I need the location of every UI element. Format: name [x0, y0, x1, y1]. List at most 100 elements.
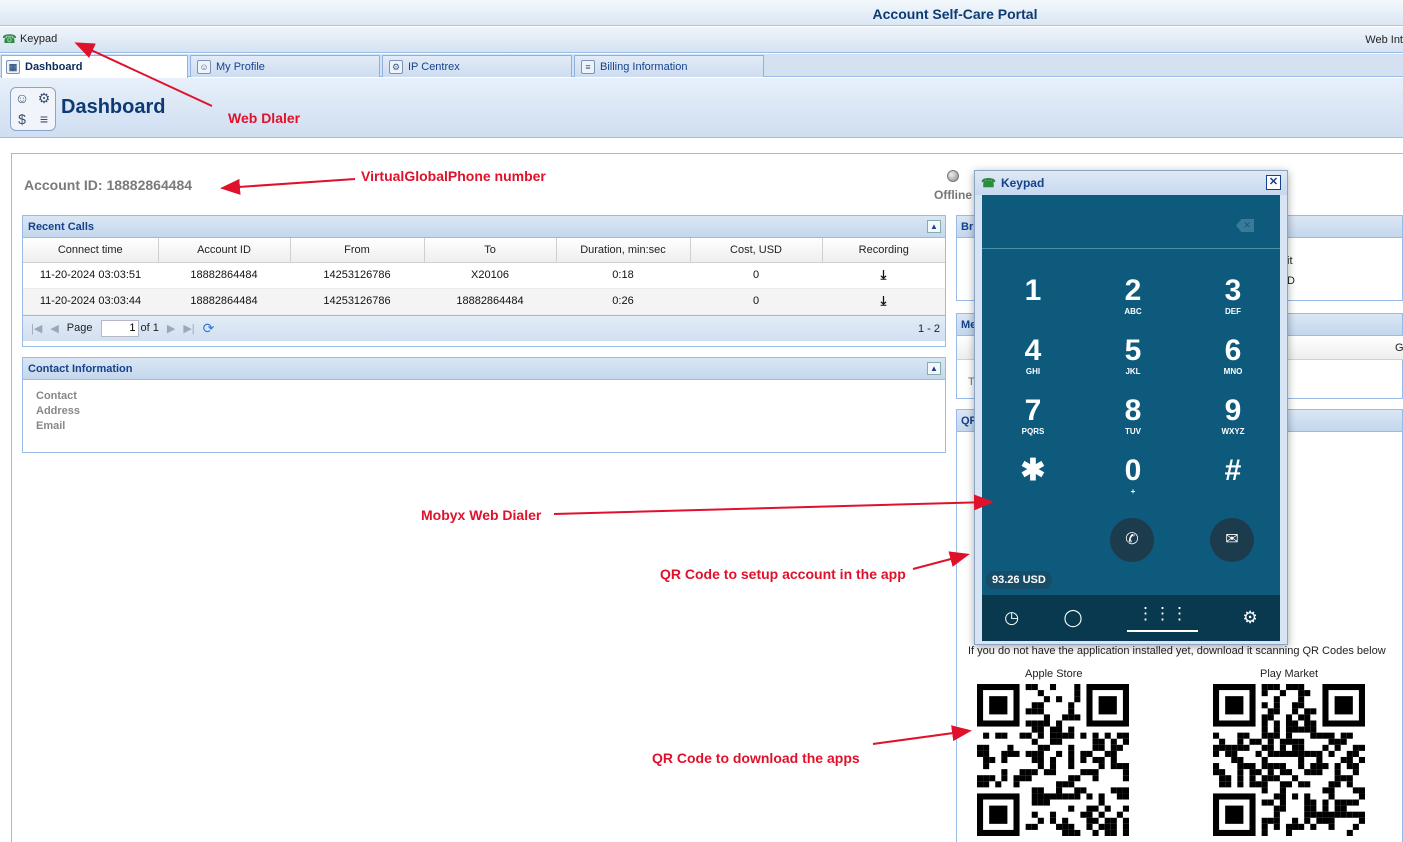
title-bar: Account Self-Care Portal — [0, 0, 1403, 26]
collapse-icon[interactable]: ▲ — [927, 362, 941, 375]
keypad-grid-icon[interactable]: ⋮⋮⋮ — [1127, 604, 1199, 632]
dial-key[interactable]: # — [1188, 455, 1278, 511]
call-button[interactable]: ✆ — [1110, 518, 1154, 562]
table-row[interactable]: 11-20-2024 03:03:44 18882864484 14253126… — [23, 288, 945, 315]
dial-key[interactable]: 6 MNO — [1188, 335, 1278, 391]
cell: 0 — [690, 288, 822, 315]
dial-key-digit: 9 — [1224, 394, 1242, 427]
page-label: Page — [66, 322, 93, 334]
dial-key[interactable]: ✱ — [988, 455, 1078, 511]
dial-key-digit: 6 — [1224, 334, 1242, 367]
refresh-icon[interactable]: ⟳ — [203, 320, 215, 337]
dial-key-digit: ✱ — [1020, 454, 1046, 487]
cell: 11-20-2024 03:03:51 — [23, 262, 158, 289]
annotation-web-dialer: Web Dlaler — [228, 110, 301, 126]
keypad-link-label: Keypad — [19, 33, 58, 45]
col-to[interactable]: To — [424, 238, 557, 263]
apple-store-qr-code — [977, 684, 1129, 836]
close-icon[interactable]: ✕ — [1266, 175, 1281, 190]
tab-my-profile[interactable]: ☺ My Profile — [190, 55, 380, 77]
dashboard-icon: ▦ — [6, 60, 20, 74]
dial-key-letters: MNO — [1223, 367, 1243, 376]
contact-title: Contact Information — [28, 363, 133, 375]
col-duration[interactable]: Duration, min:sec — [556, 238, 691, 263]
dial-key[interactable]: 9 WXYZ — [1188, 395, 1278, 451]
dial-display[interactable]: ✕ — [982, 195, 1280, 249]
dial-key[interactable]: 5 JKL — [1088, 335, 1178, 391]
history-icon[interactable]: ◷ — [1004, 608, 1019, 628]
cell: 0:26 — [556, 288, 690, 315]
keypad-window[interactable]: ☎ Keypad ✕ ✕ 1 2 ABC 3 DEF 4 GHI 5 JKL 6 MNO 7 PQRS 8… — [974, 170, 1288, 645]
table-row[interactable]: 11-20-2024 03:03:51 18882864484 14253126… — [23, 262, 945, 289]
dial-key[interactable]: 3 DEF — [1188, 275, 1278, 331]
dial-key-letters: GHI — [1025, 367, 1041, 376]
col-recording[interactable]: Recording — [822, 238, 945, 263]
dial-key-letters: WXYZ — [1221, 427, 1245, 436]
dial-key[interactable]: 1 — [988, 275, 1078, 331]
page-count: of 1 — [140, 322, 159, 334]
dial-key[interactable]: 7 PQRS — [988, 395, 1078, 451]
tab-ip-centrex[interactable]: ⚙ IP Centrex — [382, 55, 572, 77]
col-cost[interactable]: Cost, USD — [690, 238, 823, 263]
address-label: Address — [36, 405, 81, 417]
contact-header: Contact Information ▲ — [23, 358, 945, 380]
tab-billing-information[interactable]: ≡ Billing Information — [574, 55, 764, 77]
dial-key-digit: # — [1224, 454, 1242, 487]
email-label: Email — [36, 420, 66, 432]
phone-icon: ☎ — [981, 176, 996, 190]
recent-calls-panel: Recent Calls ▲ Connect time Account ID F… — [22, 215, 946, 347]
menu-bar: ☎ Keypad Web Int — [0, 27, 1403, 53]
col-account-id[interactable]: Account ID — [158, 238, 291, 263]
dial-key[interactable]: 0 + — [1088, 455, 1178, 511]
annotation-mobyx: Mobyx Web Dialer — [421, 507, 542, 523]
cell: 18882864484 — [158, 262, 290, 289]
download-icon[interactable]: ⤓ — [822, 288, 945, 315]
tab-dashboard[interactable]: ▦ Dashboard — [1, 55, 188, 78]
dial-key[interactable]: 8 TUV — [1088, 395, 1178, 451]
dial-key[interactable]: 2 ABC — [1088, 275, 1178, 331]
cell: 11-20-2024 03:03:44 — [23, 288, 158, 315]
record-range: 1 - 2 — [917, 322, 940, 335]
last-page-icon[interactable]: ▶| — [183, 322, 194, 335]
play-market-label: Play Market — [1260, 668, 1319, 680]
web-dialer: ✕ 1 2 ABC 3 DEF 4 GHI 5 JKL 6 MNO 7 PQRS 8 TUV 9 WXYZ ✱ 0 +… — [982, 195, 1280, 641]
next-page-icon[interactable]: ▶ — [167, 322, 175, 335]
tab-label: Dashboard — [25, 61, 83, 73]
qr-instructions: If you do not have the application insta… — [968, 645, 1386, 657]
dial-key-letters: ABC — [1124, 307, 1142, 316]
gear-icon: ⚙ — [389, 59, 403, 74]
dial-key[interactable]: 4 GHI — [988, 335, 1078, 391]
cell: 14253126786 — [290, 262, 424, 289]
col-from[interactable]: From — [290, 238, 425, 263]
message-button[interactable]: ✉ — [1210, 518, 1254, 562]
first-page-icon[interactable]: |◀ — [31, 322, 42, 335]
prev-page-icon[interactable]: ◀ — [50, 322, 58, 335]
collapse-icon[interactable]: ▲ — [927, 220, 941, 233]
settings-icon[interactable]: ⚙ — [1243, 608, 1258, 628]
annotation-vgp-number: VirtualGlobalPhone number — [361, 168, 546, 184]
balance-panel-text: D — [1287, 275, 1295, 287]
page-number-input[interactable] — [100, 319, 139, 337]
dashboard-big-icon: ☺ ⚙ $ ≡ — [10, 87, 56, 131]
web-interface-link[interactable]: Web Int — [1365, 34, 1403, 46]
dial-key-letters: DEF — [1225, 307, 1241, 316]
dial-key-digit: 1 — [1024, 274, 1042, 307]
account-id: Account ID: 18882864484 — [24, 177, 193, 193]
backspace-icon[interactable]: ✕ — [1236, 219, 1254, 232]
play-market-qr-code — [1213, 684, 1365, 836]
phone-icon: ☎ — [2, 32, 17, 46]
tab-label: IP Centrex — [408, 60, 460, 73]
annotation-qr-download: QR Code to download the apps — [652, 750, 860, 766]
col-connect-time[interactable]: Connect time — [23, 238, 159, 263]
apple-store-label: Apple Store — [1025, 668, 1083, 680]
contact-information-panel: Contact Information ▲ Contact Address Em… — [22, 357, 946, 453]
dial-key-digit: 4 — [1024, 334, 1042, 367]
download-icon[interactable]: ⤓ — [822, 262, 945, 289]
chat-icon[interactable]: ◯ — [1064, 608, 1083, 628]
keypad-window-header[interactable]: ☎ Keypad ✕ — [975, 171, 1287, 195]
keypad-link[interactable]: ☎ Keypad — [2, 32, 57, 46]
tab-label: Billing Information — [600, 60, 688, 73]
annotation-qr-setup: QR Code to setup account in the app — [660, 566, 906, 582]
tab-bar: ▦ Dashboard ☺ My Profile ⚙ IP Centrex ≡ … — [0, 54, 1403, 78]
recent-calls-header: Recent Calls ▲ — [23, 216, 945, 238]
